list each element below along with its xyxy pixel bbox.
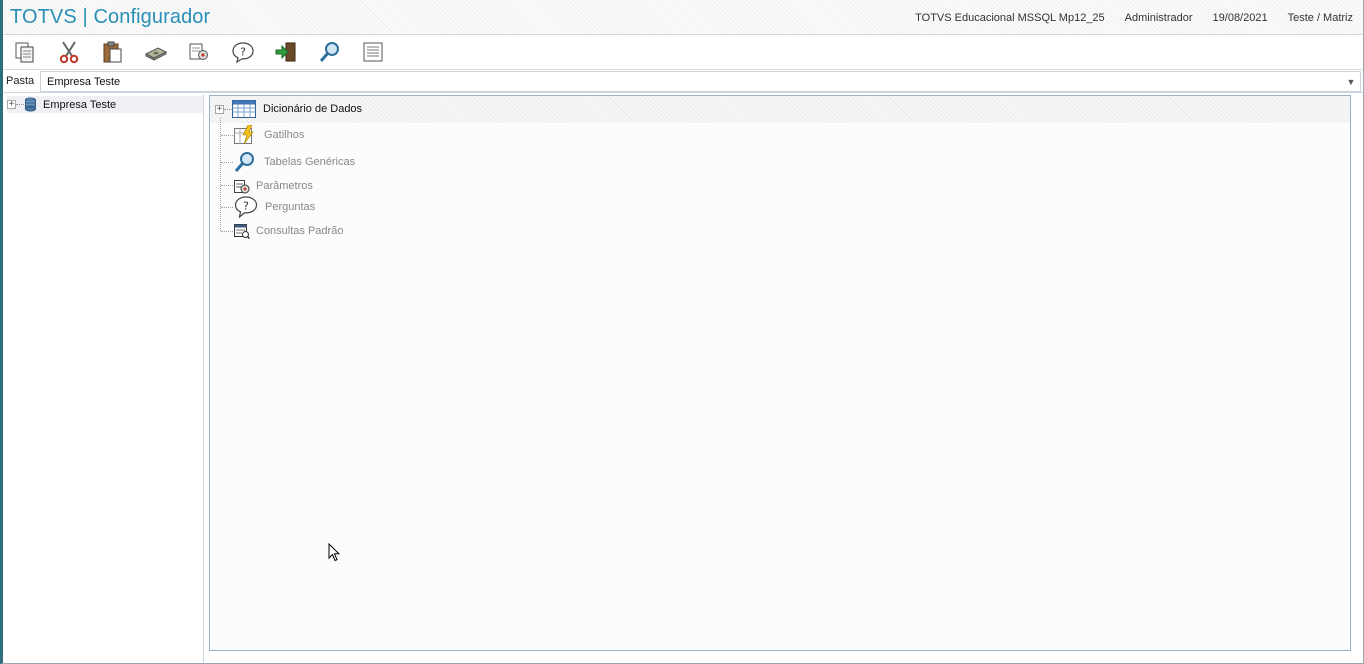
expand-icon[interactable]: + [215,104,224,114]
date-label: 19/08/2021 [1212,11,1268,24]
settings-doc-icon [189,43,208,60]
tree-node-gatilhos[interactable]: Gatilhos [234,125,304,145]
app-name: TOTVS [10,5,77,28]
tree-node-tabelas-genericas[interactable]: Tabelas Genéricas [234,151,355,173]
toolbar: ? [3,35,1363,70]
search-icon [319,42,339,62]
tree-item-company[interactable]: + Empresa Teste [7,96,203,113]
title-bar: TOTVS | Configurador TOTVS Educacional M… [3,0,1363,35]
report-button[interactable] [359,38,387,66]
app-title: TOTVS | Configurador [3,6,210,29]
table-icon [232,100,256,118]
dictionary-tree-panel: + Dicionário de Dados Gatilhos Tabelas G… [209,95,1351,651]
tree-node-parametros[interactable]: Parâmetros [234,178,313,194]
session-info: TOTVS Educacional MSSQL Mp12_25 Administ… [895,0,1353,35]
pasta-select[interactable]: Empresa Teste ▼ [40,71,1361,92]
database-icon [25,97,36,112]
list-icon [363,42,383,62]
tree-node-label: Parâmetros [256,180,313,192]
tree-node-label: Tabelas Genéricas [264,156,356,168]
paste-button[interactable] [98,38,126,66]
svg-text:?: ? [243,200,249,213]
cut-icon [59,41,78,64]
tree-node-label: Consultas Padrão [256,225,344,237]
tree-node-consultas-padrao[interactable]: Consultas Padrão [234,223,343,239]
tree-node-dicionario[interactable]: + Dicionário de Dados [215,100,362,118]
tree-node-perguntas[interactable]: ? Perguntas [234,196,315,218]
copy-button[interactable] [11,38,39,66]
magnifier-icon [234,152,254,172]
pasta-row: Pasta Empresa Teste ▼ [3,70,1363,93]
pasta-label: Pasta [6,75,35,87]
pasta-selected-value: Empresa Teste [47,76,121,88]
company-tree: + Empresa Teste [3,94,204,663]
tree-node-label: Gatilhos [264,129,305,141]
svg-text:?: ? [240,46,246,59]
branch-label[interactable]: Teste / Matriz [1288,12,1353,24]
question-icon: ? [234,196,258,218]
mouse-cursor-icon [328,543,340,562]
paste-icon [103,41,122,63]
parameters-icon [234,180,250,194]
money-button[interactable] [142,38,170,66]
environment-label: TOTVS Educacional MSSQL Mp12_25 [915,11,1105,24]
help-button[interactable]: ? [229,38,257,66]
chevron-down-icon[interactable]: ▼ [1342,72,1360,91]
cut-button[interactable] [55,38,83,66]
tree-item-label: Empresa Teste [43,98,117,111]
expand-icon[interactable]: + [7,100,16,109]
query-icon [234,224,250,239]
help-icon: ? [231,42,254,64]
user-label: Administrador [1124,11,1193,24]
copy-icon [15,42,34,63]
app-window: TOTVS | Configurador TOTVS Educacional M… [0,0,1364,664]
search-button[interactable] [316,38,344,66]
tree-node-label: Dicionário de Dados [263,103,363,115]
exit-button[interactable] [272,38,300,66]
title-separator: | [82,5,88,28]
trigger-icon [234,125,254,145]
exit-icon [275,42,296,62]
module-name: Configurador [93,5,211,28]
money-icon [144,47,167,61]
config-button[interactable] [185,38,213,66]
tree-node-label: Perguntas [265,201,316,213]
